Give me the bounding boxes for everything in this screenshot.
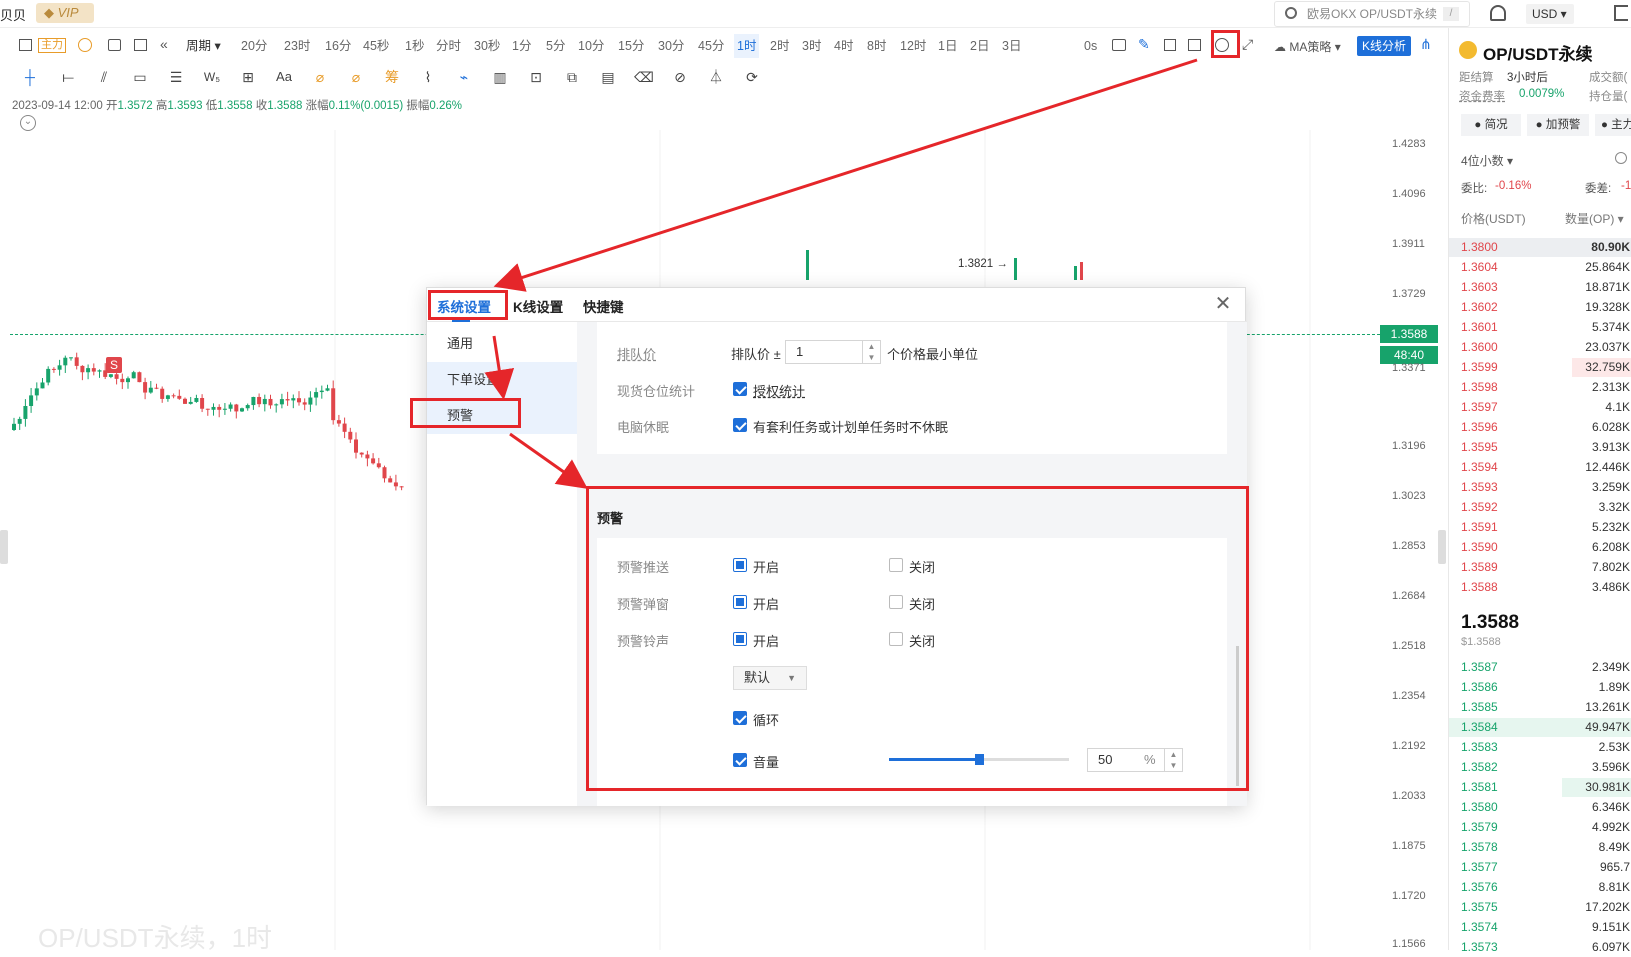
arrow-tab-to-nav (484, 335, 515, 400)
arrow-nav-to-section (509, 432, 588, 489)
annotation-arrows (484, 58, 1198, 489)
arrow-gear-to-tab (493, 58, 1198, 292)
